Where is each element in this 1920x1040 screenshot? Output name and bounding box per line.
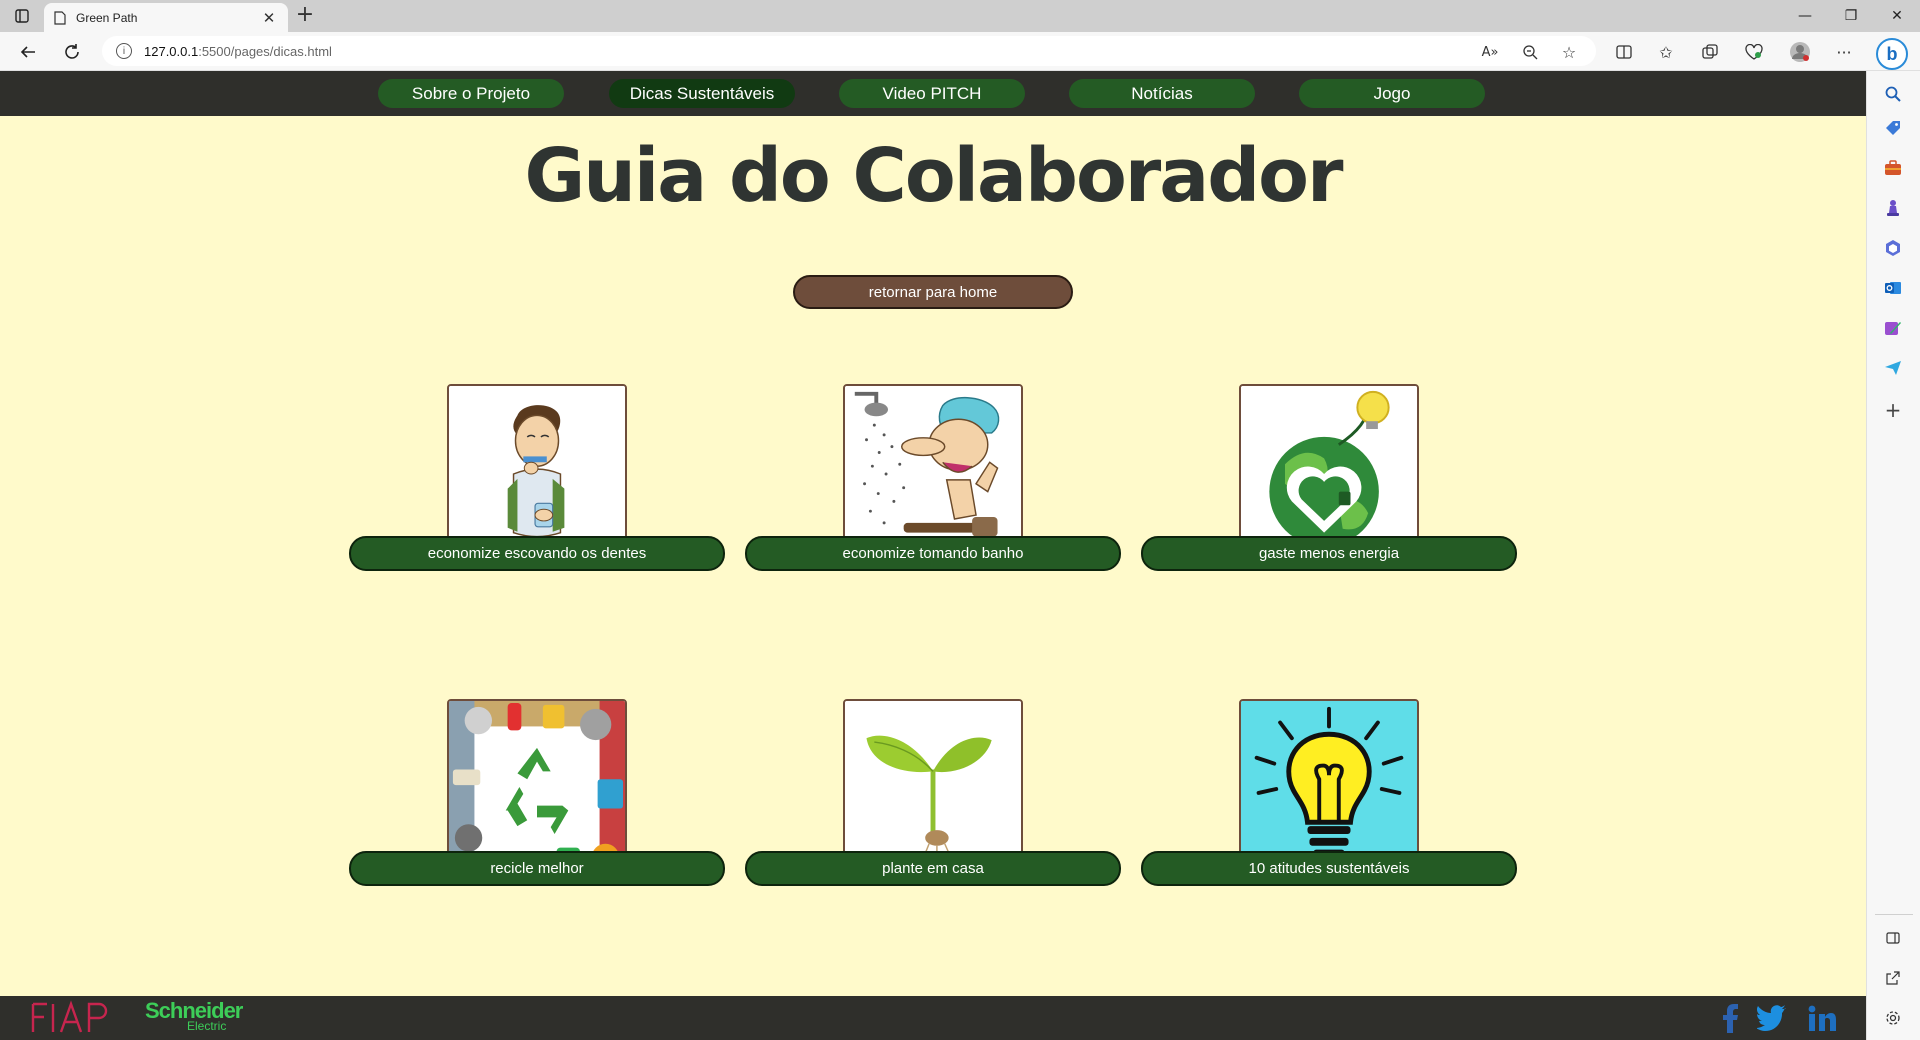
add-sidebar-app-icon[interactable]: + xyxy=(1882,398,1904,422)
card-label-brushing[interactable]: economize escovando os dentes xyxy=(349,536,725,571)
close-tab-icon[interactable]: ✕ xyxy=(260,9,278,27)
close-window-icon[interactable]: ✕ xyxy=(1874,0,1920,32)
site-navigation: Sobre o Projeto Dicas Sustentáveis Video… xyxy=(0,71,1866,116)
open-external-icon[interactable] xyxy=(1882,967,1904,989)
profile-avatar[interactable] xyxy=(1788,40,1812,64)
address-bar[interactable]: i 127.0.0.1:5500/pages/dicas.html xyxy=(102,36,1596,66)
schneider-electric-logo: Schneider Electric xyxy=(145,1000,243,1033)
url-path: :5500/pages/dicas.html xyxy=(198,43,332,59)
browser-essentials-icon[interactable] xyxy=(1742,40,1766,64)
site-footer: Schneider Electric xyxy=(0,996,1866,1040)
fiap-logo xyxy=(31,1000,117,1040)
nav-noticias[interactable]: Notícias xyxy=(1069,79,1255,108)
settings-gear-icon[interactable] xyxy=(1882,1007,1904,1029)
games-chess-icon[interactable] xyxy=(1882,197,1904,219)
card-label-recycle[interactable]: recicle melhor xyxy=(349,851,725,886)
page-icon xyxy=(54,10,66,25)
url-host: 127.0.0.1 xyxy=(144,43,199,59)
refresh-icon[interactable] xyxy=(60,40,84,64)
card-label-plant[interactable]: plante em casa xyxy=(745,851,1121,886)
facebook-icon[interactable] xyxy=(1714,1002,1746,1034)
hide-sidebar-icon[interactable] xyxy=(1882,927,1904,949)
nav-jogo[interactable]: Jogo xyxy=(1299,79,1485,108)
browser-sidebar: + xyxy=(1866,71,1920,1040)
home-button[interactable]: retornar para home xyxy=(793,275,1073,309)
read-aloud-icon[interactable]: A» xyxy=(1478,40,1502,64)
favorite-star-icon[interactable]: ☆ xyxy=(1557,40,1581,64)
browser-tab[interactable]: Green Path ✕ xyxy=(44,3,288,32)
tools-briefcase-icon[interactable] xyxy=(1882,157,1904,179)
favorites-icon[interactable]: ✩ xyxy=(1654,40,1678,64)
nav-dicas-sustentaveis[interactable]: Dicas Sustentáveis xyxy=(609,79,795,108)
zoom-out-icon[interactable] xyxy=(1518,40,1542,64)
site-info-icon[interactable]: i xyxy=(116,43,132,59)
copilot-icon[interactable]: b xyxy=(1876,38,1908,70)
page-title: Guia do Colaborador xyxy=(524,133,1343,219)
more-options-icon[interactable]: ··· xyxy=(1832,40,1856,64)
shopping-tag-icon[interactable] xyxy=(1882,117,1904,139)
outlook-icon[interactable] xyxy=(1882,277,1904,299)
designer-icon[interactable] xyxy=(1882,317,1904,339)
browser-toolbar: i 127.0.0.1:5500/pages/dicas.html A» ☆ ✩… xyxy=(0,32,1920,71)
restore-icon[interactable]: ❐ xyxy=(1828,0,1874,32)
collections-icon[interactable] xyxy=(1698,40,1722,64)
browser-tab-bar: Green Path ✕ + — ❐ ✕ xyxy=(0,0,1920,32)
new-tab-icon[interactable]: + xyxy=(292,4,318,28)
nav-video-pitch[interactable]: Video PITCH xyxy=(839,79,1025,108)
card-label-shower[interactable]: economize tomando banho xyxy=(745,536,1121,571)
card-label-atitudes[interactable]: 10 atitudes sustentáveis xyxy=(1141,851,1517,886)
linkedin-icon[interactable] xyxy=(1806,1002,1838,1034)
search-icon[interactable] xyxy=(1882,83,1904,105)
microsoft365-icon[interactable] xyxy=(1882,237,1904,259)
sidebar-divider xyxy=(1875,914,1913,915)
back-icon[interactable] xyxy=(16,40,40,64)
tab-title: Green Path xyxy=(76,10,138,25)
drop-send-icon[interactable] xyxy=(1882,357,1904,379)
nav-sobre-o-projeto[interactable]: Sobre o Projeto xyxy=(378,79,564,108)
twitter-icon[interactable] xyxy=(1756,1002,1788,1034)
split-screen-icon[interactable] xyxy=(1612,40,1636,64)
card-label-energy[interactable]: gaste menos energia xyxy=(1141,536,1517,571)
tab-actions-icon[interactable] xyxy=(12,6,32,26)
minimize-icon[interactable]: — xyxy=(1782,0,1828,32)
page-viewport: Sobre o Projeto Dicas Sustentáveis Video… xyxy=(0,71,1866,1040)
